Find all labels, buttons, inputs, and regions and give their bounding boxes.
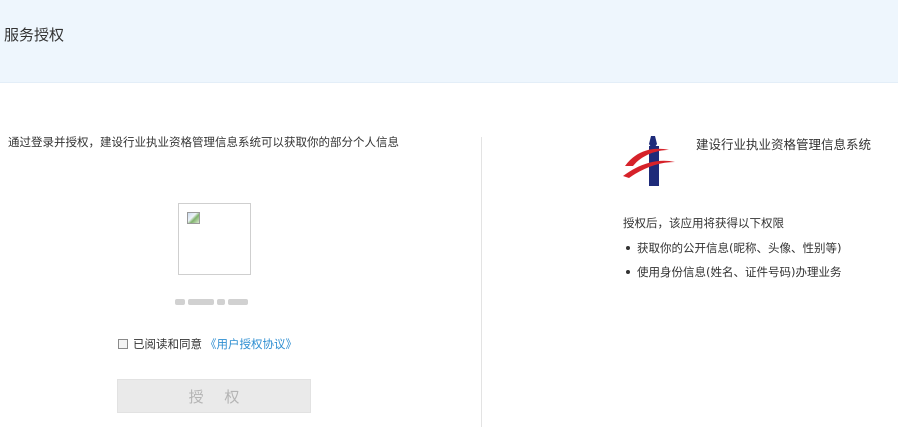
app-info-panel: 建设行业执业资格管理信息系统 授权后，该应用将获得以下权限 获取你的公开信息(昵… xyxy=(482,82,898,431)
system-name: 建设行业执业资格管理信息系统 xyxy=(696,137,872,152)
list-item: 获取你的公开信息(昵称、头像、性别等) xyxy=(623,236,841,260)
permission-text: 获取你的公开信息(昵称、头像、性别等) xyxy=(637,241,842,255)
authorization-intro: 通过登录并授权，建设行业执业资格管理信息系统可以获取你的部分个人信息 xyxy=(8,135,399,149)
page-header: 服务授权 xyxy=(0,0,898,83)
permissions-intro: 授权后，该应用将获得以下权限 xyxy=(623,216,784,230)
permissions-list: 获取你的公开信息(昵称、头像、性别等) 使用身份信息(姓名、证件号码)办理业务 xyxy=(623,236,841,284)
bullet-icon xyxy=(626,246,630,250)
broken-image-icon xyxy=(187,212,200,224)
authorize-button[interactable]: 授 权 xyxy=(117,379,311,413)
list-item: 使用身份信息(姓名、证件号码)办理业务 xyxy=(623,260,841,284)
bullet-icon xyxy=(626,270,630,274)
user-agreement-link[interactable]: 《用户授权协议》 xyxy=(205,336,297,352)
permission-text: 使用身份信息(姓名、证件号码)办理业务 xyxy=(637,265,842,279)
agreement-label: 已阅读和同意 xyxy=(133,337,202,351)
agreement-row: 已阅读和同意 《用户授权协议》 xyxy=(118,336,297,352)
avatar xyxy=(178,203,251,275)
login-panel: 通过登录并授权，建设行业执业资格管理信息系统可以获取你的部分个人信息 已阅读和同… xyxy=(0,82,480,431)
system-logo-icon xyxy=(623,136,675,186)
agreement-checkbox[interactable] xyxy=(118,339,128,349)
page-title: 服务授权 xyxy=(4,26,65,44)
username-blurred xyxy=(175,295,255,309)
